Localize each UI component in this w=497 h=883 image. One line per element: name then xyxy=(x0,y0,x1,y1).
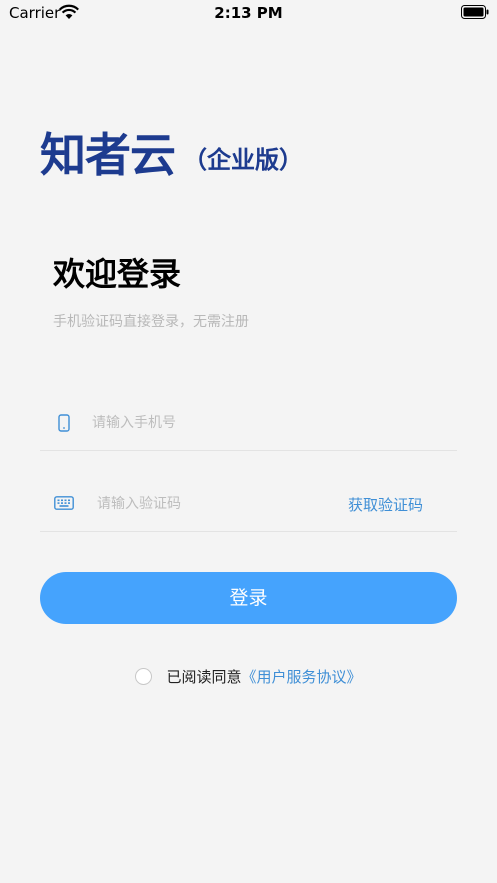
mobile-phone-icon xyxy=(58,414,70,432)
verification-code-input[interactable] xyxy=(97,490,317,518)
login-button[interactable]: 登录 xyxy=(40,572,457,624)
app-logo: 知者云 （企业版） xyxy=(40,128,303,180)
battery-icon xyxy=(461,5,489,19)
page-title: 欢迎登录 xyxy=(53,255,182,293)
verification-code-field: 获取验证码 xyxy=(40,472,457,532)
status-bar: Carrier 2:13 PM xyxy=(0,0,497,26)
phone-field xyxy=(40,391,457,451)
keyboard-icon xyxy=(54,496,74,510)
agreement-row: 已阅读同意 《用户服务协议》 xyxy=(0,664,497,688)
logo-name: 知者云 xyxy=(40,128,176,182)
logo-edition: （企业版） xyxy=(183,146,303,174)
get-code-button[interactable]: 获取验证码 xyxy=(348,494,423,515)
status-time: 2:13 PM xyxy=(214,4,283,22)
user-agreement-link[interactable]: 《用户服务协议》 xyxy=(242,666,362,687)
phone-input[interactable] xyxy=(92,409,432,437)
page-subtitle: 手机验证码直接登录，无需注册 xyxy=(53,314,249,330)
agree-checkbox[interactable] xyxy=(135,667,153,685)
agreement-text: 已阅读同意 xyxy=(166,667,242,686)
